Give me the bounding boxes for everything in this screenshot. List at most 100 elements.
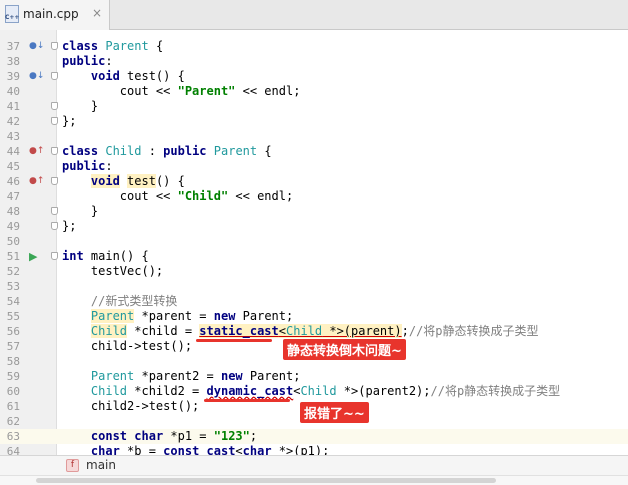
fold-icon[interactable] (51, 72, 58, 80)
code-line: 55 Parent *parent = new Parent; (0, 309, 628, 324)
code-text: }; (62, 114, 77, 128)
line-number: 59 (6, 370, 20, 383)
code-line: 54 //新式类型转换 (0, 294, 628, 309)
code-text: cout << "Child" << endl; (62, 189, 294, 203)
code-text: child2->test(); (62, 399, 200, 413)
line-number: 57 (6, 340, 20, 353)
line-number: 50 (6, 235, 20, 248)
line-number: 51 (6, 250, 20, 263)
code-line: 40 cout << "Parent" << endl; (0, 84, 628, 99)
line-number: 39 (6, 70, 20, 83)
code-line: 51 ▶ int main() { (0, 249, 628, 264)
implemented-override-icon[interactable]: ●↓ (29, 41, 44, 52)
code-line: 56 Child *child = static_cast<Child *>(p… (0, 324, 628, 339)
fold-icon[interactable] (51, 117, 58, 125)
line-number: 44 (6, 145, 20, 158)
code-line: 39 ●↓ void test() { (0, 69, 628, 84)
code-text: Child *child2 = dynamic_cast<Child *>(pa… (90, 384, 561, 398)
editor-tab-bar: C++ main.cpp × (0, 0, 628, 30)
code-text: int main() { (62, 249, 149, 263)
line-number: 45 (6, 160, 20, 173)
fold-icon[interactable] (51, 222, 58, 230)
line-number: 43 (6, 130, 20, 143)
static-cast-underline (196, 339, 272, 342)
code-line: 38 public: (0, 54, 628, 69)
tab-title: main.cpp (23, 7, 79, 21)
scroll-thumb[interactable] (36, 478, 496, 483)
implemented-override-icon[interactable]: ●↓ (29, 71, 44, 82)
code-editor[interactable]: 37 ●↓ class Parent { 38 public: 39 ●↓ vo… (0, 30, 628, 455)
line-number: 41 (6, 100, 20, 113)
code-line: 49 }; (0, 219, 628, 234)
fold-icon[interactable] (51, 147, 58, 155)
code-line: 37 ●↓ class Parent { (0, 39, 628, 54)
breadcrumb-function[interactable]: main (86, 458, 116, 472)
code-text: const char *p1 = "123"; (90, 429, 258, 443)
fold-icon[interactable] (51, 42, 58, 50)
line-number: 37 (6, 40, 20, 53)
overrides-icon[interactable]: ●↑ (29, 176, 44, 187)
line-number: 58 (6, 355, 20, 368)
code-text: Parent *parent2 = new Parent; (90, 369, 301, 383)
code-text: } (62, 99, 99, 113)
fold-icon[interactable] (51, 207, 58, 215)
line-number: 63 (6, 430, 20, 443)
line-number: 38 (6, 55, 20, 68)
function-icon: f (66, 459, 79, 472)
code-line: 42 }; (0, 114, 628, 129)
code-text: char *b = const_cast<char *>(p1); (90, 444, 330, 455)
code-line-current: 63 const char *p1 = "123"; (0, 429, 628, 444)
line-number: 60 (6, 385, 20, 398)
line-number: 64 (6, 445, 20, 455)
fold-icon[interactable] (51, 102, 58, 110)
code-line: 64 char *b = const_cast<char *>(p1); (0, 444, 628, 455)
tab-main-cpp[interactable]: C++ main.cpp × (0, 0, 110, 30)
static-cast-annotation: 静态转换倒木问题~ (283, 339, 406, 360)
line-number: 61 (6, 400, 20, 413)
overrides-icon[interactable]: ●↑ (29, 146, 44, 157)
code-text: cout << "Parent" << endl; (62, 84, 301, 98)
cpp-file-icon: C++ (5, 5, 19, 23)
code-text: testVec(); (62, 264, 164, 278)
code-line: 44 ●↑ class Child : public Parent { (0, 144, 628, 159)
line-number: 55 (6, 310, 20, 323)
line-number: 54 (6, 295, 20, 308)
line-number: 49 (6, 220, 20, 233)
tab-close-icon[interactable]: × (92, 6, 102, 20)
line-number: 47 (6, 190, 20, 203)
code-line: 52 testVec(); (0, 264, 628, 279)
code-text: } (62, 204, 99, 218)
run-icon[interactable]: ▶ (29, 251, 39, 262)
horizontal-scrollbar[interactable] (0, 475, 628, 485)
code-text: public: (62, 54, 113, 68)
code-text: }; (62, 219, 77, 233)
line-number: 48 (6, 205, 20, 218)
dynamic-cast-annotation: 报错了~~ (300, 402, 369, 423)
line-number: 62 (6, 415, 20, 428)
code-line: 43 (0, 129, 628, 144)
code-text: child->test(); (62, 339, 193, 353)
line-number: 40 (6, 85, 20, 98)
code-text: void test() { (90, 174, 185, 188)
code-line: 47 cout << "Child" << endl; (0, 189, 628, 204)
line-number: 53 (6, 280, 20, 293)
breadcrumb-bar: f main (0, 455, 628, 475)
code-text: class Parent { (62, 39, 164, 53)
line-number: 46 (6, 175, 20, 188)
code-text: Parent *parent = new Parent; (90, 309, 294, 323)
code-line: 46 ●↑ void test() { (0, 174, 628, 189)
line-number: 56 (6, 325, 20, 338)
code-text: void test() { (90, 69, 185, 83)
code-text: public: (62, 159, 113, 173)
line-number: 52 (6, 265, 20, 278)
code-text: Child *child = static_cast<Child *>(pare… (90, 324, 539, 338)
code-text: //新式类型转换 (90, 294, 178, 308)
code-line: 60 Child *child2 = dynamic_cast<Child *>… (0, 384, 628, 399)
fold-icon[interactable] (51, 252, 58, 260)
fold-icon[interactable] (51, 177, 58, 185)
dynamic-cast-underline (204, 399, 290, 402)
code-line: 59 Parent *parent2 = new Parent; (0, 369, 628, 384)
line-number: 42 (6, 115, 20, 128)
code-line: 41 } (0, 99, 628, 114)
code-line: 48 } (0, 204, 628, 219)
